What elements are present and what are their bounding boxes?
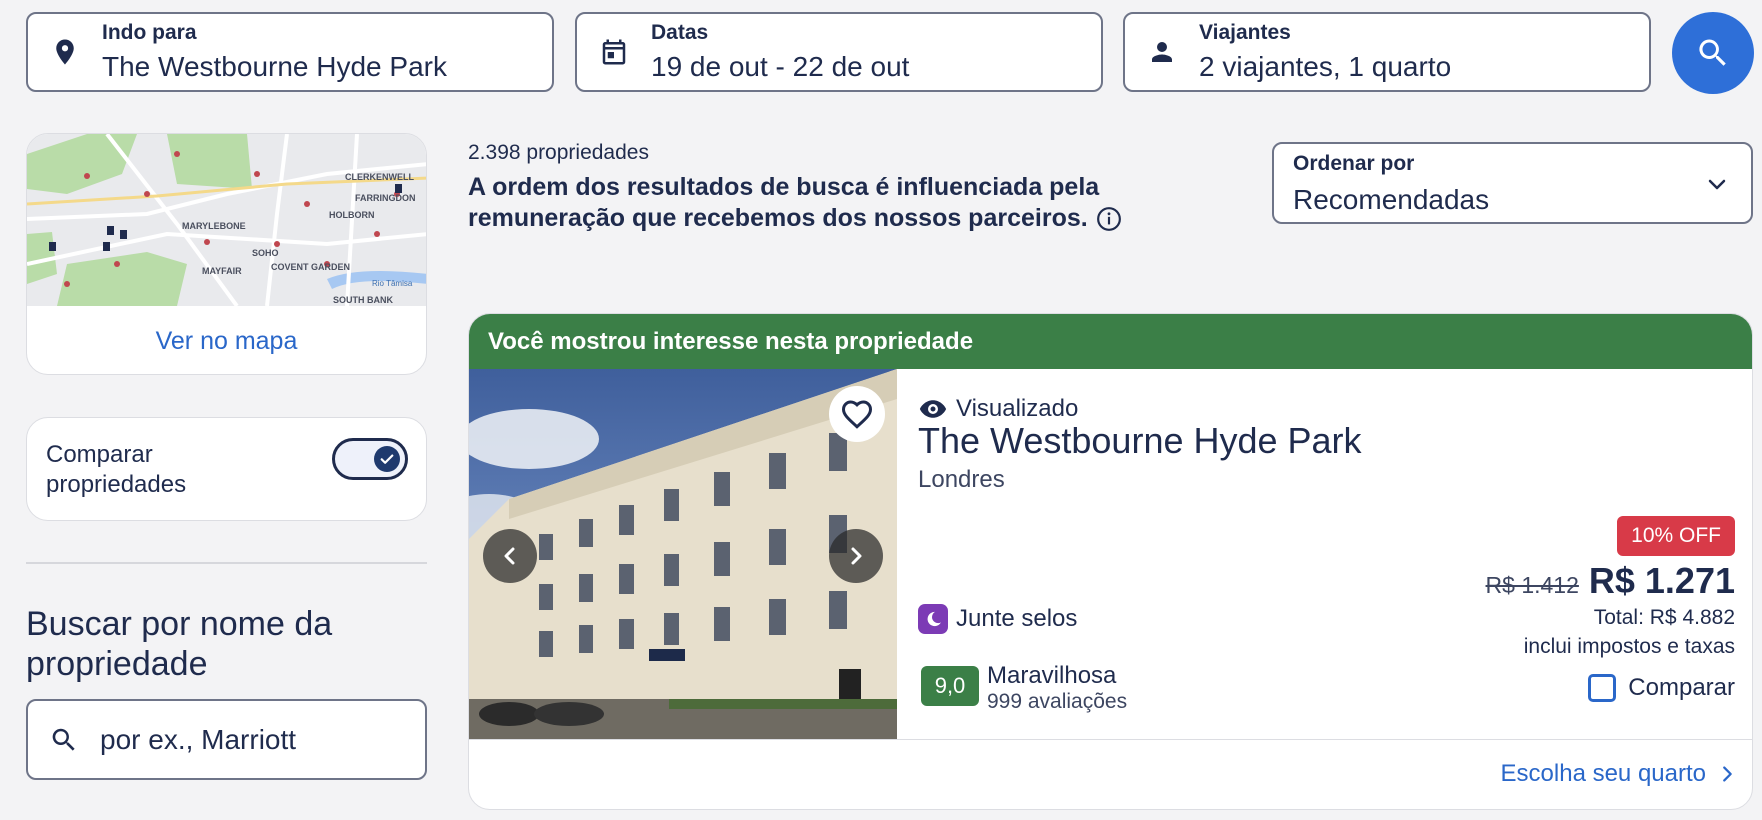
map-label: FARRINGDON [355,193,416,203]
stamps-label: Junte selos [956,605,1078,632]
divider [26,562,427,564]
travelers-value: 2 viajantes, 1 quarto [1199,51,1452,82]
chevron-down-icon [1708,179,1726,190]
total-price: Total: R$ 4.882 [1593,606,1735,629]
disclaimer-text: A ordem dos resultados de busca é influe… [468,173,1100,232]
dates-field[interactable]: Datas 19 de out - 22 de out [575,12,1103,92]
chevron-right-icon [1723,766,1732,782]
hotel-card-footer: Escolha seu quarto [469,739,1752,809]
map-label: MAYFAIR [202,266,242,276]
map-card[interactable]: MARYLEBONE SOHO MAYFAIR COVENT GARDEN HO… [26,133,427,375]
hotel-city: Londres [918,466,1005,493]
hotel-name[interactable]: The Westbourne Hyde Park [918,420,1362,462]
discount-badge: 10% OFF [1617,516,1735,556]
price-block: R$ 1.412 R$ 1.271 [1486,560,1735,602]
travelers-label: Viajantes [1199,21,1291,44]
choose-room-label: Escolha seu quarto [1500,760,1706,787]
map-label: Rio Tâmisa [372,279,413,288]
sort-dropdown[interactable]: Ordenar por Recomendadas [1272,142,1753,224]
viewed-label: Visualizado [956,395,1079,422]
calendar-icon [577,37,651,67]
previous-photo-button[interactable] [483,529,537,583]
stamps-badge: Junte selos [918,604,1077,634]
dates-value: 19 de out - 22 de out [651,51,910,82]
location-pin-icon [28,37,102,67]
compare-properties-card: Comparar propriedades [26,417,427,521]
dates-label: Datas [651,21,709,44]
checkbox[interactable] [1588,674,1617,702]
sort-value: Recomendadas [1293,184,1490,215]
property-name-input[interactable] [100,723,400,756]
map-label: SOUTH BANK [333,295,393,305]
compare-properties-toggle[interactable] [332,438,408,480]
map-label: COVENT GARDEN [271,262,350,272]
property-name-search-title: Buscar por nome da propriedade [26,605,333,683]
rating-label: Maravilhosa [987,662,1117,689]
search-button[interactable] [1672,12,1754,94]
map-label: CLERKENWELL [345,172,414,182]
map-preview: MARYLEBONE SOHO MAYFAIR COVENT GARDEN HO… [27,134,426,306]
compare-checkbox[interactable]: Comparar [1588,674,1735,702]
map-label: HOLBORN [329,210,375,220]
favorite-button[interactable] [829,386,885,442]
sort-label: Ordenar por [1293,152,1415,175]
map-label: SOHO [252,248,279,258]
compare-properties-label: Comparar propriedades [46,441,187,498]
search-icon [1699,39,1726,66]
person-icon [1125,37,1199,67]
view-map-link[interactable]: Ver no mapa [27,306,426,374]
results-count: 2.398 propriedades [468,141,649,164]
destination-label: Indo para [102,21,197,44]
map-label: MARYLEBONE [182,221,246,231]
heart-icon [841,400,873,429]
compare-checkbox-label: Comparar [1628,674,1735,701]
old-price: R$ 1.412 [1485,572,1579,598]
destination-field[interactable]: Indo para The Westbourne Hyde Park [26,12,554,92]
chevron-right-icon [851,547,862,565]
results-disclaimer: A ordem dos resultados de busca é influe… [468,172,1263,234]
review-count: 999 avaliações [987,690,1128,713]
rating-score: 9,0 [921,666,979,706]
hotel-card[interactable]: Você mostrou interesse nesta propriedade [468,313,1753,810]
travelers-field[interactable]: Viajantes 2 viajantes, 1 quarto [1123,12,1651,92]
interest-banner: Você mostrou interesse nesta propriedade [469,314,1752,369]
check-icon [374,446,400,472]
property-name-search-field[interactable] [26,699,427,780]
current-price: R$ 1.271 [1588,560,1735,601]
choose-room-link[interactable]: Escolha seu quarto [1501,760,1738,788]
info-icon[interactable] [1096,206,1122,232]
search-icon [28,725,100,755]
taxes-note: inclui impostos e taxas [1523,635,1735,658]
chevron-left-icon [504,547,515,565]
next-photo-button[interactable] [829,529,883,583]
moon-icon [918,604,948,634]
destination-value: The Westbourne Hyde Park [102,51,447,82]
